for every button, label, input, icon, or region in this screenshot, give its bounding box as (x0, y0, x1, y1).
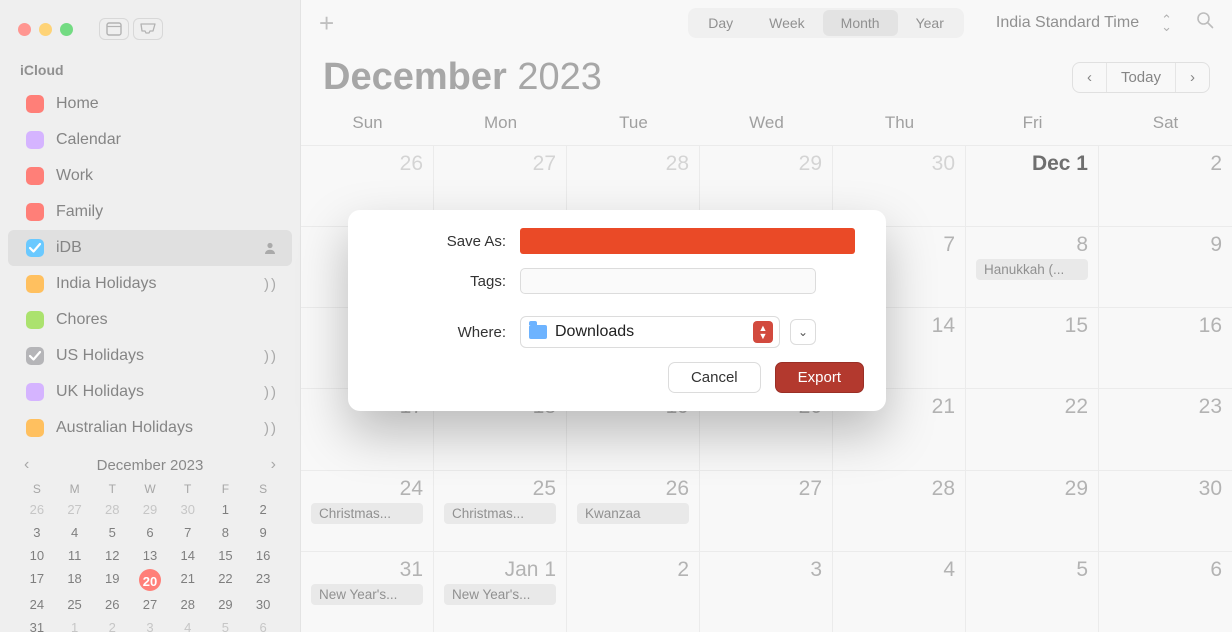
save-as-input[interactable] (520, 228, 855, 254)
folder-icon (529, 325, 547, 339)
export-button[interactable]: Export (775, 362, 864, 393)
where-folder-picker[interactable]: Downloads ▲▼ (520, 316, 780, 348)
where-value: Downloads (555, 323, 634, 341)
save-as-label: Save As: (370, 233, 520, 250)
tags-input[interactable] (520, 268, 816, 294)
cancel-button[interactable]: Cancel (668, 362, 761, 393)
where-label: Where: (370, 324, 520, 341)
expand-save-panel-button[interactable]: ⌄ (790, 319, 816, 345)
tags-label: Tags: (370, 273, 520, 290)
export-dialog: Save As: Tags: Where: Downloads ▲▼ ⌄ Can… (348, 210, 886, 411)
stepper-icon: ▲▼ (753, 321, 773, 343)
